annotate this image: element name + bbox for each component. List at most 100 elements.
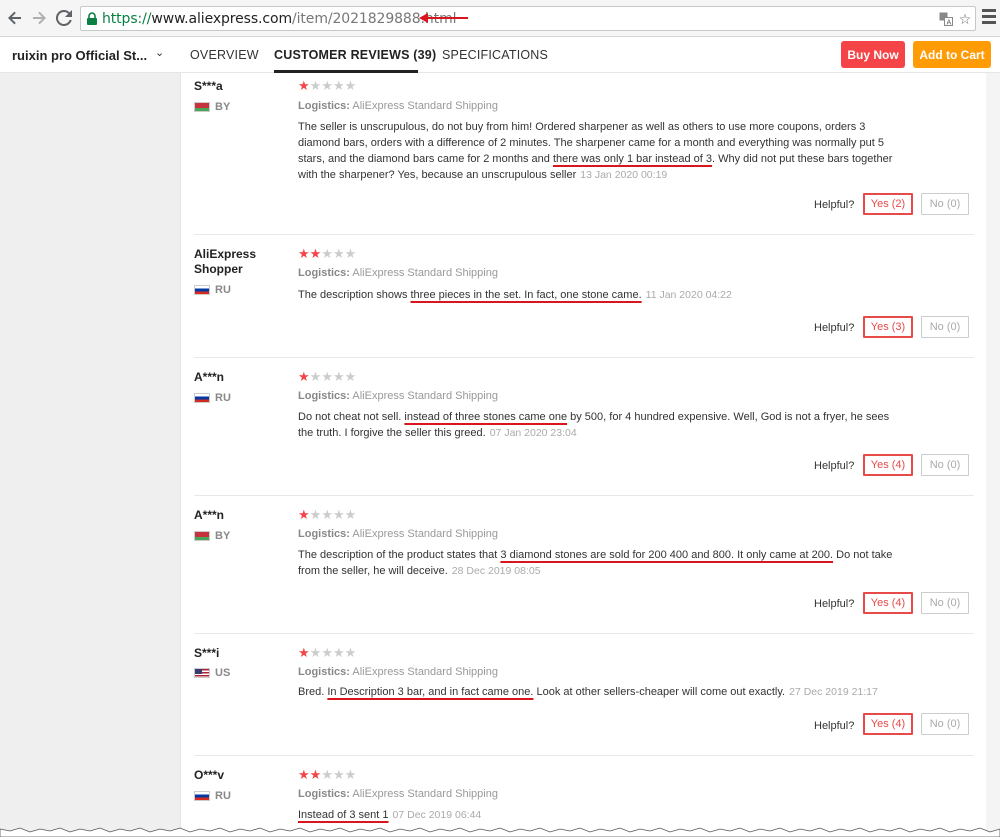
reviewer-name: A***n — [194, 370, 225, 384]
helpful-label: Helpful? — [814, 322, 855, 334]
menu-icon[interactable] — [982, 9, 996, 27]
reviewer-name: O***v — [194, 768, 225, 782]
active-tab-indicator — [274, 70, 418, 73]
review-date: 07 Jan 2020 23:04 — [489, 427, 577, 439]
review-divider — [194, 633, 974, 634]
reviewer-country: US — [194, 667, 230, 679]
review-text: The seller is unscrupulous, do not buy f… — [298, 121, 893, 181]
helpful-yes-button[interactable]: Yes (4) — [863, 592, 913, 614]
star-empty-icon: ★ — [321, 507, 333, 522]
star-rating: ★★★★★ — [298, 768, 356, 782]
tab-specifications[interactable]: SPECIFICATIONS — [442, 48, 548, 62]
store-header: ruixin pro Official St... ⌄ OVERVIEW CUS… — [0, 37, 1000, 73]
star-rating: ★★★★★ — [298, 79, 356, 93]
star-empty-icon: ★ — [309, 369, 322, 384]
helpful-yes-button[interactable]: Yes (4) — [863, 454, 913, 476]
highlighted-text: there was only 1 bar instead of 3 — [552, 153, 712, 165]
review-text: The description of the product states th… — [298, 549, 893, 577]
review-divider — [194, 357, 974, 358]
back-icon[interactable] — [4, 7, 26, 29]
star-empty-icon: ★ — [332, 369, 345, 384]
review-divider — [194, 755, 974, 756]
helpful-yes-button[interactable]: Yes (3) — [863, 316, 913, 338]
highlighted-text: Instead of 3 sent 1 — [298, 809, 389, 821]
highlighted-text: three pieces in the set. In fact, one st… — [410, 289, 642, 301]
right-gutter — [986, 73, 1000, 837]
helpful-label: Helpful? — [814, 460, 855, 472]
reviewer-name: S***i — [194, 646, 220, 660]
star-empty-icon: ★ — [344, 645, 357, 660]
review-date: 07 Dec 2019 06:44 — [392, 809, 482, 821]
star-filled-icon: ★ — [298, 78, 310, 93]
helpful-no-button[interactable]: No (0) — [921, 592, 969, 614]
logistics-info: Logistics: AliExpress Standard Shipping — [298, 267, 498, 279]
star-empty-icon: ★ — [309, 507, 322, 522]
logistics-info: Logistics: AliExpress Standard Shipping — [298, 528, 498, 540]
star-filled-icon: ★ — [298, 246, 310, 261]
helpful-yes-button[interactable]: Yes (4) — [863, 713, 913, 735]
helpful-label: Helpful? — [814, 720, 855, 732]
add-to-cart-button[interactable]: Add to Cart — [913, 41, 991, 68]
tab-overview[interactable]: OVERVIEW — [190, 48, 259, 62]
tab-customer-reviews[interactable]: CUSTOMER REVIEWS (39) — [274, 48, 436, 62]
review-item: AliExpress Shopper RU ★★★★★ Logistics: A… — [194, 247, 974, 358]
left-sidebar — [0, 73, 181, 837]
star-empty-icon: ★ — [344, 369, 357, 384]
star-empty-icon: ★ — [344, 78, 357, 93]
helpful-yes-button[interactable]: Yes (2) — [863, 193, 913, 215]
annotation-arrow — [419, 13, 468, 23]
address-bar[interactable]: https://www.aliexpress.com/item/20218298… — [80, 6, 976, 31]
flag-ru-icon — [194, 791, 210, 801]
star-filled-icon: ★ — [298, 507, 310, 522]
reviewer-country: RU — [194, 392, 231, 404]
star-empty-icon: ★ — [321, 767, 333, 782]
star-empty-icon: ★ — [332, 767, 345, 782]
store-name[interactable]: ruixin pro Official St... — [12, 48, 147, 63]
star-empty-icon: ★ — [332, 645, 345, 660]
review-item: S***i US ★★★★★ Logistics: AliExpress Sta… — [194, 646, 974, 756]
forward-icon[interactable] — [28, 7, 50, 29]
review-date: 11 Jan 2020 04:22 — [645, 289, 732, 301]
helpful-no-button[interactable]: No (0) — [921, 454, 969, 476]
lock-icon — [87, 11, 97, 25]
star-empty-icon: ★ — [321, 246, 333, 261]
browser-toolbar: https://www.aliexpress.com/item/20218298… — [0, 0, 1000, 37]
torn-edge — [0, 827, 1000, 837]
highlighted-text: In Description 3 bar, and in fact came o… — [327, 686, 534, 698]
translate-icon[interactable]: A — [938, 11, 954, 27]
star-filled-icon: ★ — [298, 645, 310, 660]
review-text: Bred. In Description 3 bar, and in fact … — [298, 686, 878, 698]
reviewer-country: BY — [194, 101, 230, 113]
review-item: A***n RU ★★★★★ Logistics: AliExpress Sta… — [194, 370, 974, 496]
review-item: O***v RU ★★★★★ Logistics: AliExpress Sta… — [194, 768, 974, 826]
star-filled-icon: ★ — [309, 246, 322, 261]
bookmark-star-icon[interactable]: ☆ — [957, 11, 973, 27]
flag-ru-icon — [194, 393, 210, 403]
flag-ru-icon — [194, 285, 210, 295]
logistics-info: Logistics: AliExpress Standard Shipping — [298, 788, 498, 800]
review-divider — [194, 234, 974, 235]
helpful-no-button[interactable]: No (0) — [921, 713, 969, 735]
url-text: https://www.aliexpress.com/item/20218298… — [102, 10, 457, 27]
star-empty-icon: ★ — [332, 507, 345, 522]
star-rating: ★★★★★ — [298, 508, 356, 522]
reviewer-country: RU — [194, 284, 231, 296]
star-empty-icon: ★ — [332, 246, 345, 261]
review-date: 27 Dec 2019 21:17 — [789, 686, 878, 698]
review-item: S***a BY ★★★★★ Logistics: AliExpress Sta… — [194, 79, 974, 235]
flag-by-icon — [194, 531, 210, 541]
reviewer-name: S***a — [194, 79, 223, 93]
helpful-no-button[interactable]: No (0) — [921, 193, 969, 215]
chevron-down-icon[interactable]: ⌄ — [155, 46, 164, 59]
review-divider — [194, 495, 974, 496]
helpful-no-button[interactable]: No (0) — [921, 316, 969, 338]
review-date: 28 Dec 2019 08:05 — [451, 565, 541, 577]
buy-now-button[interactable]: Buy Now — [841, 41, 905, 68]
star-rating: ★★★★★ — [298, 370, 356, 384]
reload-icon[interactable] — [53, 7, 75, 29]
highlighted-text: 3 diamond stones are sold for 200 400 an… — [500, 549, 834, 561]
star-empty-icon: ★ — [344, 507, 357, 522]
star-filled-icon: ★ — [298, 767, 310, 782]
star-rating: ★★★★★ — [298, 646, 356, 660]
highlighted-text: instead of three stones came one — [404, 411, 568, 423]
